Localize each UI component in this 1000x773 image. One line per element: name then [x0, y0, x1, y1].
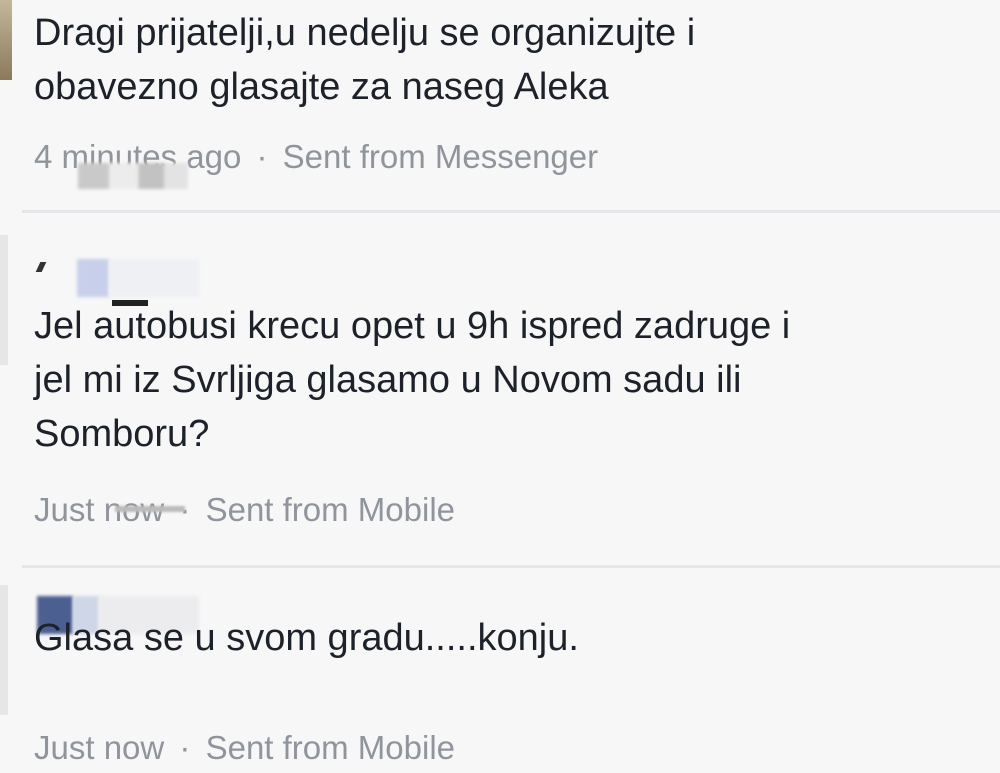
- avatar[interactable]: [0, 235, 8, 365]
- divider: [22, 565, 1000, 568]
- meta-separator: ·: [179, 729, 191, 766]
- comment-item: Jel autobusi krecu opet u 9h ispred zadr…: [0, 210, 1000, 565]
- comment-text-line: Somboru?: [34, 413, 210, 455]
- comment-text-line: jel mi iz Svrljiga glasamo u Novom sadu …: [34, 359, 742, 401]
- comment-timestamp[interactable]: Just now: [34, 729, 164, 766]
- comment-text-line: Jel autobusi krecu opet u 9h ispred zadr…: [34, 305, 791, 347]
- avatar[interactable]: [0, 585, 8, 715]
- comment-text: Jel autobusi krecu opet u 9h ispred zadr…: [34, 299, 974, 461]
- comment-source: Sent from Mobile: [205, 491, 456, 528]
- comment-text-line: Glasa se u svom gradu.....konju.: [34, 617, 579, 659]
- comment-source: Sent from Messenger: [282, 138, 599, 175]
- author-name-redacted[interactable]: [37, 258, 199, 298]
- redacted-blur: [78, 163, 188, 189]
- comment-item: Dragi prijatelji,u nedelju se organizujt…: [0, 0, 1000, 210]
- comment-meta: Just now · Sent from Mobile: [34, 728, 455, 768]
- divider: [22, 210, 1000, 213]
- comment-text-line: Dragi prijatelji,u nedelju se organizujt…: [34, 12, 696, 54]
- comment-text: Dragi prijatelji,u nedelju se organizujt…: [34, 6, 974, 114]
- redacted-blur: [115, 506, 185, 512]
- redacted-blur: [109, 259, 199, 297]
- avatar[interactable]: [0, 0, 12, 80]
- comment-source: Sent from Mobile: [205, 729, 456, 766]
- comment-item: Glasa se u svom gradu.....konju. Just no…: [0, 565, 1000, 773]
- comment-thread: Dragi prijatelji,u nedelju se organizujt…: [0, 0, 1000, 773]
- meta-separator: ·: [256, 138, 268, 175]
- comment-meta: Just now · Sent from Mobile: [34, 490, 455, 530]
- redacted-blur: [77, 259, 109, 297]
- comment-text-line: obavezno glasajte za naseg Aleka: [34, 66, 609, 108]
- comment-text: Glasa se u svom gradu.....konju.: [34, 611, 974, 665]
